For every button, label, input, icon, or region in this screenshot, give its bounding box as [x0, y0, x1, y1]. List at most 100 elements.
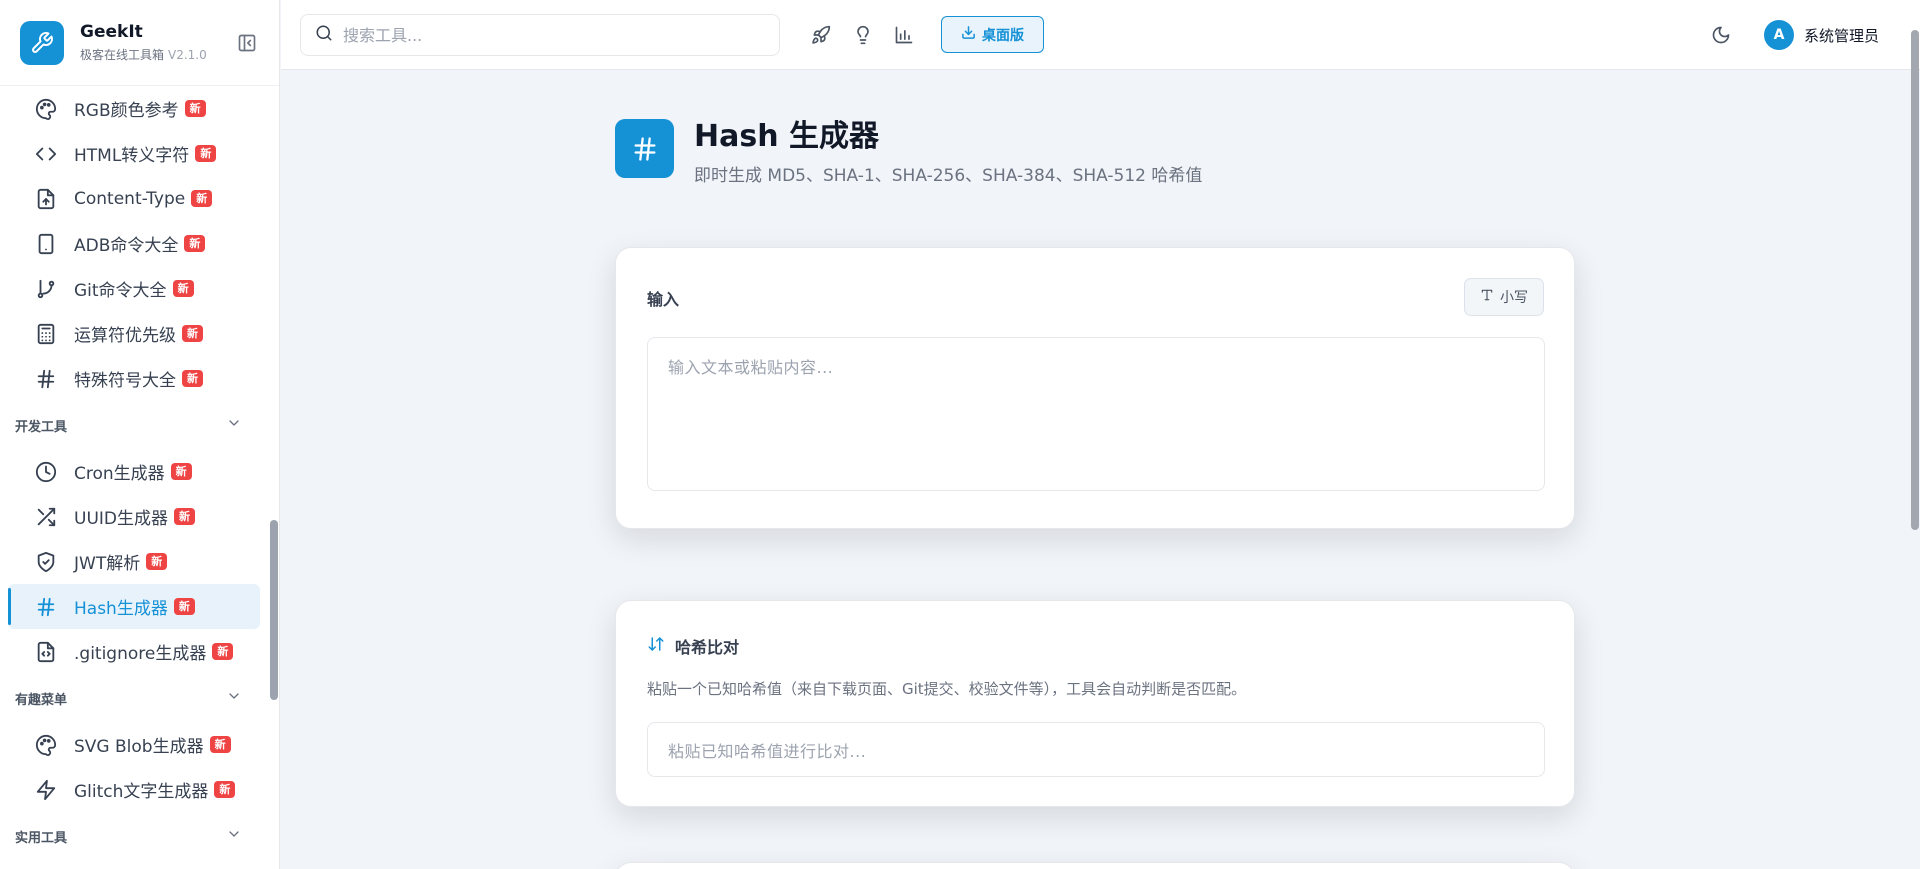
sidebar-item-label: Hash生成器 [74, 599, 168, 619]
nav-group-fun[interactable]: 有趣菜单 [0, 674, 268, 722]
hash-icon [34, 595, 58, 619]
code-icon [34, 142, 58, 166]
hash-input-textarea[interactable]: 输入文本或粘贴内容... [647, 337, 1545, 491]
bar-chart-icon[interactable] [892, 23, 916, 47]
new-badge: 新 [146, 553, 168, 570]
sidebar-item-label: Glitch文字生成器 [74, 782, 209, 802]
page-header: Hash 生成器 即时生成 MD5、SHA-1、SHA-256、SHA-384、… [615, 111, 1202, 186]
page-title: Hash 生成器 [694, 119, 880, 154]
new-badge: 新 [184, 235, 206, 252]
sidebar-scrollbar-thumb[interactable] [270, 520, 278, 700]
sidebar-item-label: 运算符优先级 [74, 326, 176, 346]
sidebar-item-gitignore[interactable]: .gitignore生成器 新 [8, 629, 260, 674]
lowercase-toggle-label: 小写 [1500, 290, 1528, 306]
brand: GeekIt 极客在线工具箱 V2.1.0 [0, 0, 279, 86]
sidebar-item-label: ADB命令大全 [74, 236, 179, 256]
moon-icon[interactable] [1709, 23, 1733, 47]
phone-icon [34, 232, 58, 256]
nav-group-utilities[interactable]: 实用工具 [0, 812, 268, 860]
topbar: 桌面版 A 系统管理员 [281, 0, 1920, 70]
sidebar-collapse-icon[interactable] [235, 31, 259, 55]
new-badge: 新 [173, 598, 195, 615]
sidebar-item-content-type[interactable]: Content-Type 新 [8, 176, 260, 221]
zap-icon [34, 778, 58, 802]
clock-icon [34, 460, 58, 484]
sidebar: GeekIt 极客在线工具箱 V2.1.0 RGB颜色参考 新 HTML转义字符 … [0, 0, 280, 869]
new-badge: 新 [212, 643, 234, 660]
sidebar-item-jwt[interactable]: JWT解析 新 [8, 539, 260, 584]
search-input[interactable] [343, 25, 765, 45]
lowercase-toggle-button[interactable]: 小写 [1464, 278, 1544, 316]
sidebar-item-label: UUID生成器 [74, 509, 168, 529]
chevron-down-icon [226, 415, 242, 435]
new-badge: 新 [174, 508, 195, 525]
sidebar-item-label: Content-Type [74, 188, 186, 209]
shield-icon [34, 550, 58, 574]
arrow-up-down-icon [647, 635, 665, 657]
wrench-icon[interactable] [20, 20, 64, 65]
sidebar-nav: RGB颜色参考 新 HTML转义字符 新 Content-Type 新 ADB命… [0, 86, 268, 860]
chevron-down-icon [226, 688, 242, 708]
input-card-title: 输入 [647, 290, 680, 309]
search-icon [315, 24, 333, 46]
sidebar-item-label: .gitignore生成器 [74, 644, 207, 664]
new-badge: 新 [172, 280, 194, 297]
new-badge: 新 [184, 100, 206, 117]
file-code-icon [34, 640, 58, 664]
desktop-version-button[interactable]: 桌面版 [941, 16, 1044, 53]
palette-icon [34, 97, 58, 121]
nav-group-title: 有趣菜单 [15, 692, 68, 708]
sidebar-item-uuid[interactable]: UUID生成器 新 [8, 494, 260, 539]
new-badge: 新 [170, 463, 192, 480]
sidebar-item-adb[interactable]: ADB命令大全 新 [8, 221, 260, 266]
new-badge: 新 [195, 145, 217, 162]
main-scrollbar[interactable] [1911, 30, 1919, 530]
new-badge: 新 [214, 781, 236, 798]
palette-icon [34, 733, 58, 757]
input-card: 输入 小写 输入文本或粘贴内容... [615, 247, 1575, 529]
lightbulb-icon[interactable] [851, 23, 875, 47]
chevron-down-icon [226, 826, 242, 846]
compare-card: 哈希比对 粘贴一个已知哈希值（来自下载页面、Git提交、校验文件等），工具会自动… [615, 600, 1575, 807]
sidebar-item-html-escape[interactable]: HTML转义字符 新 [8, 131, 260, 176]
new-badge: 新 [191, 190, 213, 207]
hash-icon [34, 367, 58, 391]
rocket-icon[interactable] [809, 23, 833, 47]
sidebar-item-symbols[interactable]: 特殊符号大全 新 [8, 356, 260, 401]
new-badge: 新 [182, 325, 203, 342]
shuffle-icon [34, 505, 58, 529]
page-subtitle: 即时生成 MD5、SHA-1、SHA-256、SHA-384、SHA-512 哈… [694, 166, 1203, 186]
type-icon [1480, 288, 1494, 306]
sidebar-item-label: Git命令大全 [74, 281, 167, 301]
sidebar-scrollbar[interactable] [270, 86, 278, 869]
app-name: GeekIt [80, 22, 143, 42]
user-menu[interactable]: A 系统管理员 [1764, 20, 1879, 50]
nav-group-dev-tools[interactable]: 开发工具 [0, 401, 268, 449]
new-badge: 新 [182, 370, 203, 387]
user-name: 系统管理员 [1804, 26, 1880, 45]
search-box[interactable] [300, 14, 780, 56]
compare-card-title: 哈希比对 [675, 638, 740, 657]
sidebar-item-git[interactable]: Git命令大全 新 [8, 266, 260, 311]
avatar: A [1764, 20, 1794, 50]
sidebar-item-hash[interactable]: Hash生成器 新 [8, 584, 260, 629]
sidebar-item-cron[interactable]: Cron生成器 新 [8, 449, 260, 494]
sidebar-item-rgb[interactable]: RGB颜色参考 新 [8, 86, 260, 131]
nav-group-title: 开发工具 [15, 419, 68, 435]
sidebar-item-label: HTML转义字符 [74, 146, 190, 166]
git-branch-icon [34, 277, 58, 301]
app-subtitle: 极客在线工具箱 [80, 48, 165, 62]
app-version: V2.1.0 [168, 48, 207, 62]
sidebar-item-label: Cron生成器 [74, 464, 165, 484]
sidebar-item-label: 特殊符号大全 [74, 371, 176, 391]
compare-hash-input[interactable]: 粘贴已知哈希值进行比对... [647, 722, 1545, 777]
hash-icon [615, 119, 674, 178]
sidebar-item-glitch[interactable]: Glitch文字生成器 新 [8, 767, 260, 812]
desktop-version-label: 桌面版 [982, 27, 1024, 44]
sidebar-item-label: SVG Blob生成器 [74, 737, 204, 757]
sidebar-item-label: JWT解析 [74, 554, 141, 574]
sidebar-item-svg-blob[interactable]: SVG Blob生成器 新 [8, 722, 260, 767]
sidebar-item-operator[interactable]: 运算符优先级 新 [8, 311, 260, 356]
new-badge: 新 [209, 736, 231, 753]
results-card [615, 862, 1575, 869]
